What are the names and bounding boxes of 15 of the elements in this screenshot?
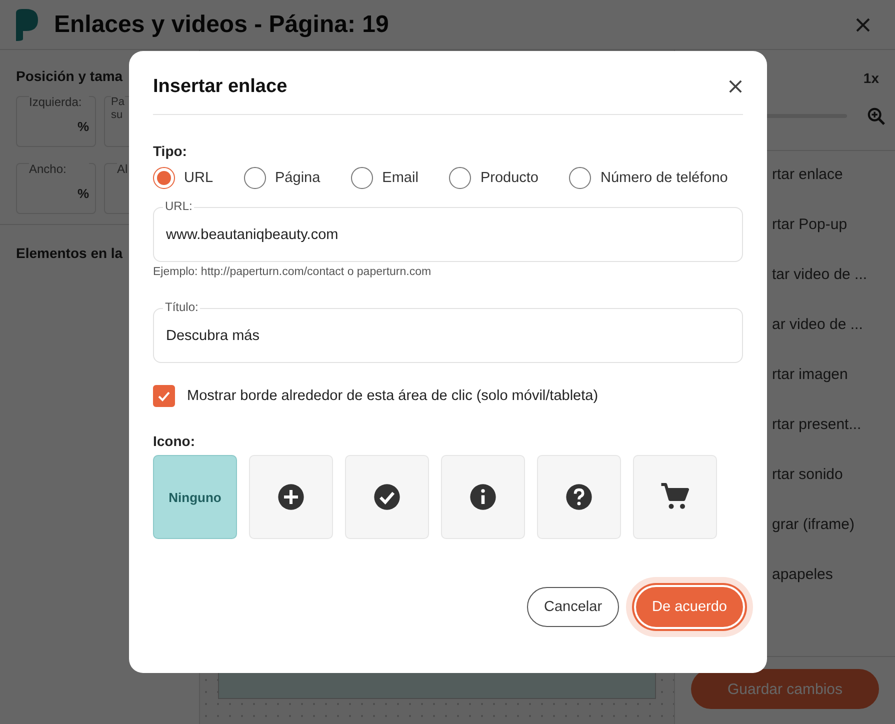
section-label: Icono: <box>153 433 196 449</box>
field-label: Izquierda: <box>29 96 89 109</box>
hint-text: Ejemplo: http://paperturn.com/contact o paperturn.com <box>153 266 432 278</box>
section-title: Elementos en la <box>16 245 124 261</box>
field-label: URL: <box>163 199 194 213</box>
section-label: Tipo: <box>153 143 188 159</box>
field-label: Ancho: <box>29 163 89 176</box>
unit-label: % <box>77 119 89 134</box>
window-title: Enlaces y videos - Página: 19 <box>54 10 390 38</box>
field-label: Título: <box>163 300 200 314</box>
dialog-title: Insertar enlace <box>153 76 288 98</box>
section-title: Posición y tama <box>16 68 124 84</box>
checkbox-label: Mostrar borde alrededor de esta área de clic (solo móvil/tableta) <box>187 388 598 404</box>
zoom-level: 1x <box>863 70 879 88</box>
unit-label: % <box>77 186 89 201</box>
